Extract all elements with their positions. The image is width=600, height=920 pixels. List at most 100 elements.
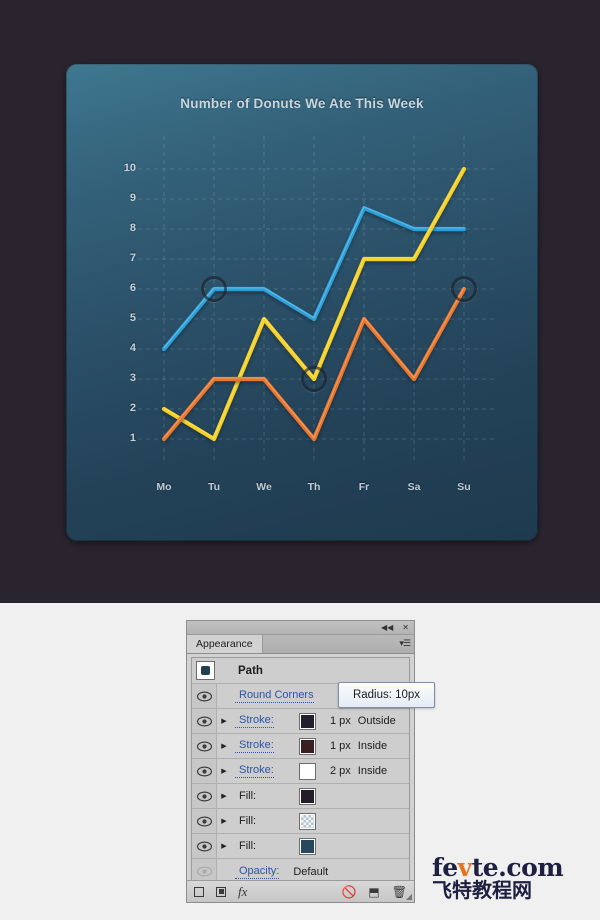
y-axis-tick-5: 5 <box>129 312 136 324</box>
chart-plot-area <box>138 136 496 464</box>
color-swatch-fill <box>301 739 314 753</box>
y-axis-tick-7: 7 <box>129 252 136 264</box>
color-swatch[interactable] <box>299 737 316 755</box>
tab-appearance-label: Appearance <box>196 638 253 650</box>
color-swatch[interactable] <box>299 712 316 730</box>
watermark-domain: fevte.com <box>432 855 584 880</box>
x-axis-tick-fr: Fr <box>358 481 370 493</box>
row-label: Fill: <box>239 790 257 802</box>
expand-arrow-icon[interactable]: ▶ <box>217 792 231 800</box>
color-swatch-fill <box>301 789 314 803</box>
panel-tab-row: Appearance ▾☰ <box>187 635 414 654</box>
row-position: Inside <box>357 765 388 777</box>
row-label[interactable]: Stroke: <box>235 764 274 778</box>
y-axis-tick-9: 9 <box>129 192 136 204</box>
x-axis-tick-sa: Sa <box>407 481 421 493</box>
y-axis-tick-1: 1 <box>129 432 136 444</box>
row-label-cell: Round Corners <box>231 689 314 703</box>
visibility-eye-icon[interactable] <box>192 759 217 783</box>
visibility-eye-icon[interactable] <box>192 684 217 708</box>
row-label[interactable]: Stroke: <box>235 714 274 728</box>
resize-grip[interactable]: ◢ <box>406 892 412 901</box>
row-position: Outside <box>357 715 396 727</box>
visibility-eye-icon[interactable] <box>192 809 217 833</box>
appearance-row[interactable]: ▶ Fill: <box>192 809 409 834</box>
y-axis-tick-10: 10 <box>123 162 136 174</box>
delete-icon[interactable]: 🗑 <box>392 886 407 898</box>
expand-arrow-icon[interactable]: ▶ <box>217 842 231 850</box>
panel-menu-icon[interactable]: ▾☰ <box>399 635 414 653</box>
path-row-label: Path <box>238 664 263 677</box>
path-thumb-shape <box>201 666 210 675</box>
new-art-icon[interactable] <box>194 886 204 897</box>
fx-icon[interactable]: fx <box>238 885 247 898</box>
panel-titlebar: ◀◀ ✕ <box>187 621 414 635</box>
x-axis-tick-th: Th <box>307 481 321 493</box>
expand-arrow-icon[interactable]: ▶ <box>217 767 231 775</box>
appearance-row[interactable]: ▶ Fill: <box>192 784 409 809</box>
y-axis-tick-3: 3 <box>129 372 136 384</box>
color-swatch[interactable] <box>299 812 316 830</box>
row-label[interactable]: Opacity: <box>235 865 280 879</box>
path-thumbnail-icon <box>196 661 215 680</box>
panel-footer: fx 🚫 ⬒ 🗑 ◢ <box>187 880 414 902</box>
color-swatch[interactable] <box>299 762 316 780</box>
duplicate-icon[interactable] <box>216 886 226 897</box>
copy-icon[interactable]: ⬒ <box>368 886 379 898</box>
appearance-row[interactable]: ▶ Fill: <box>192 834 409 859</box>
visibility-eye-icon[interactable] <box>192 709 217 733</box>
row-label: Fill: <box>239 815 257 827</box>
row-label[interactable]: Round Corners <box>235 689 314 703</box>
color-swatch-fill <box>301 764 314 778</box>
collapse-panel-icon[interactable]: ◀◀ <box>381 623 393 632</box>
row-label: Fill: <box>239 840 257 852</box>
row-label-cell: Fill: <box>231 840 299 852</box>
x-axis-tick-mo: Mo <box>156 481 172 493</box>
tab-row-spacer <box>263 635 400 653</box>
row-position: Inside <box>357 740 388 752</box>
watermark: fevte.com 飞特教程网 <box>432 855 584 902</box>
row-meta: 2 px Inside <box>330 765 388 777</box>
row-label-cell: Fill: <box>231 815 299 827</box>
radius-tooltip: Radius: 10px <box>338 682 435 708</box>
row-meta: Default <box>293 865 329 878</box>
y-axis-tick-2: 2 <box>129 402 136 414</box>
chart-card: Number of Donuts We Ate This Week 123456… <box>66 64 538 541</box>
appearance-row[interactable]: ▶ Stroke: 2 px Inside <box>192 759 409 784</box>
color-swatch-fill <box>301 839 314 853</box>
radius-tooltip-label: Radius: 10px <box>352 689 421 701</box>
watermark-cn: 飞特教程网 <box>432 878 532 902</box>
expand-arrow-icon[interactable]: ▶ <box>217 742 231 750</box>
row-label-cell: Stroke: <box>231 764 299 778</box>
visibility-eye-icon[interactable] <box>192 784 217 808</box>
path-row[interactable]: Path <box>192 658 409 684</box>
row-label-cell: Stroke: <box>231 739 299 753</box>
row-label[interactable]: Stroke: <box>235 739 274 753</box>
y-axis-tick-4: 4 <box>129 342 136 354</box>
x-axis-tick-we: We <box>256 481 272 493</box>
visibility-eye-icon[interactable] <box>192 834 217 858</box>
row-label-cell: Opacity: <box>231 865 280 879</box>
color-swatch[interactable] <box>299 787 316 805</box>
appearance-row[interactable]: ▶ Stroke: 1 px Inside <box>192 734 409 759</box>
row-meta: 1 px Inside <box>330 740 388 752</box>
data-point-marker-blue-tu[interactable] <box>201 276 227 302</box>
row-label-cell: Fill: <box>231 790 299 802</box>
tab-appearance[interactable]: Appearance <box>187 635 263 653</box>
x-axis-tick-tu: Tu <box>207 481 221 493</box>
close-icon[interactable]: ✕ <box>402 623 409 632</box>
color-swatch[interactable] <box>299 837 316 855</box>
top-dark-backdrop: Number of Donuts We Ate This Week 123456… <box>0 0 600 603</box>
data-point-marker-yellow-th[interactable] <box>301 366 327 392</box>
clear-appearance-icon[interactable]: 🚫 <box>341 886 356 898</box>
x-axis-tick-su: Su <box>457 481 471 493</box>
row-label-cell: Stroke: <box>231 714 299 728</box>
color-swatch-fill <box>301 814 314 828</box>
data-point-marker-orange-su[interactable] <box>451 276 477 302</box>
expand-arrow-icon[interactable]: ▶ <box>217 817 231 825</box>
expand-arrow-icon[interactable]: ▶ <box>217 717 231 725</box>
y-axis-tick-8: 8 <box>129 222 136 234</box>
y-axis-tick-6: 6 <box>129 282 136 294</box>
appearance-row[interactable]: ▶ Stroke: 1 px Outside <box>192 709 409 734</box>
visibility-eye-icon[interactable] <box>192 734 217 758</box>
